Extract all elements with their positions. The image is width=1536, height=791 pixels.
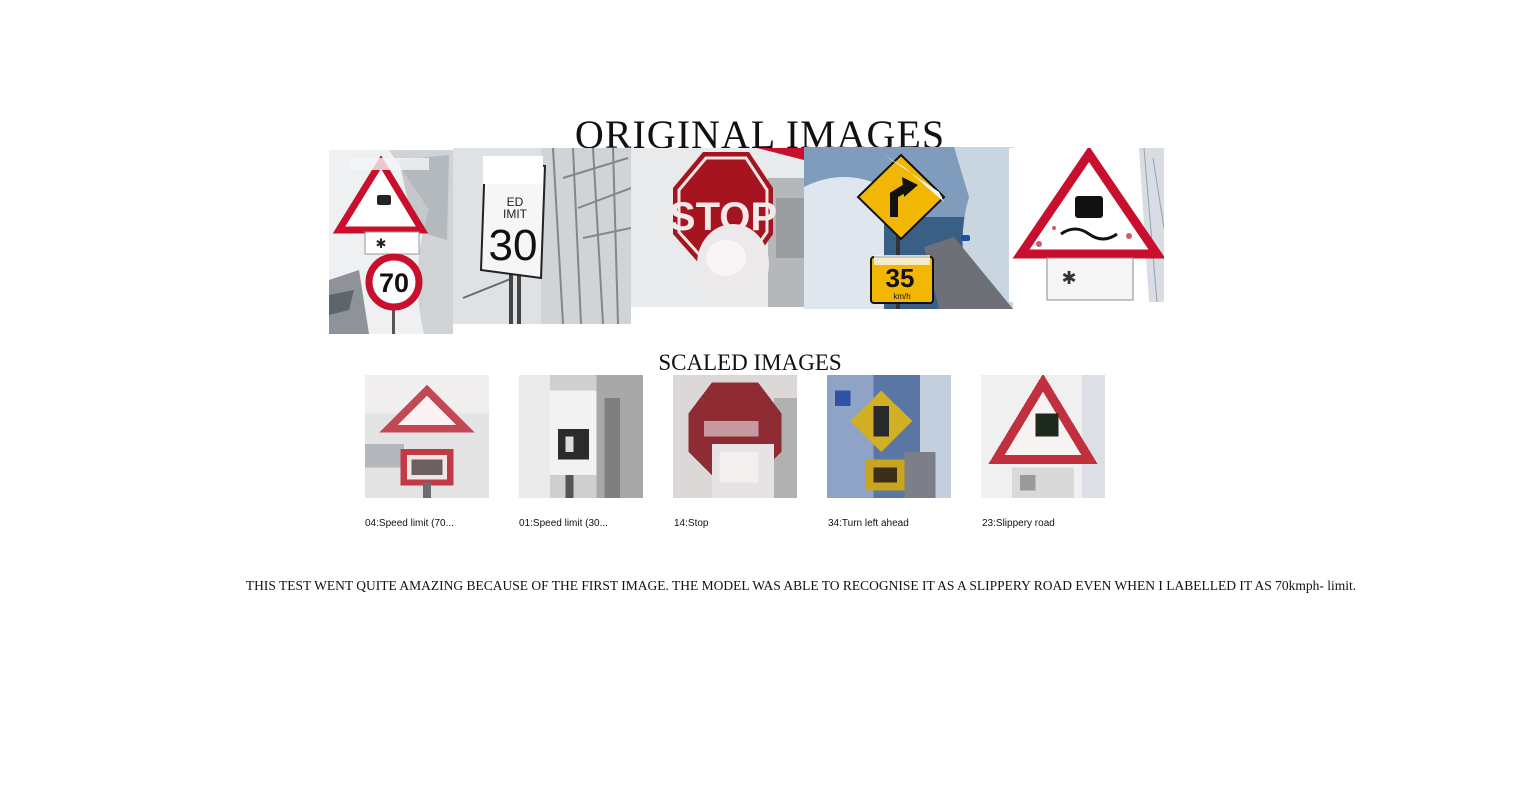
caption-2: 01:Speed limit (30... bbox=[519, 518, 608, 529]
scaled-image-1 bbox=[365, 375, 489, 498]
svg-text:✱: ✱ bbox=[376, 236, 387, 251]
original-image-3: STOP bbox=[631, 148, 804, 307]
original-image-2: ED IMIT 30 bbox=[453, 148, 631, 324]
scaled-image-3 bbox=[673, 375, 797, 498]
sign-text-imit: IMIT bbox=[503, 207, 528, 221]
original-image-5: ✱ bbox=[1009, 148, 1164, 302]
sign-text-kmh: km/h bbox=[893, 292, 910, 301]
scaled-images-heading: SCALED IMAGES bbox=[658, 350, 842, 376]
sign-text-70: 70 bbox=[379, 268, 409, 298]
sign-text-30: 30 bbox=[489, 221, 538, 270]
scaled-image-5 bbox=[981, 375, 1105, 498]
caption-1: 04:Speed limit (70... bbox=[365, 518, 454, 529]
original-image-1: ✱ 70 bbox=[329, 150, 453, 334]
scaled-image-4 bbox=[827, 375, 951, 498]
note-text: THIS TEST WENT QUITE AMAZING BECAUSE OF … bbox=[245, 578, 1357, 593]
caption-3: 14:Stop bbox=[674, 518, 709, 529]
original-image-4: 35 km/h bbox=[804, 147, 1013, 309]
scaled-image-2 bbox=[519, 375, 643, 498]
svg-text:✱: ✱ bbox=[1061, 268, 1076, 288]
sign-text-35: 35 bbox=[886, 263, 915, 293]
caption-5: 23:Slippery road bbox=[982, 518, 1055, 529]
caption-4: 34:Turn left ahead bbox=[828, 518, 909, 529]
